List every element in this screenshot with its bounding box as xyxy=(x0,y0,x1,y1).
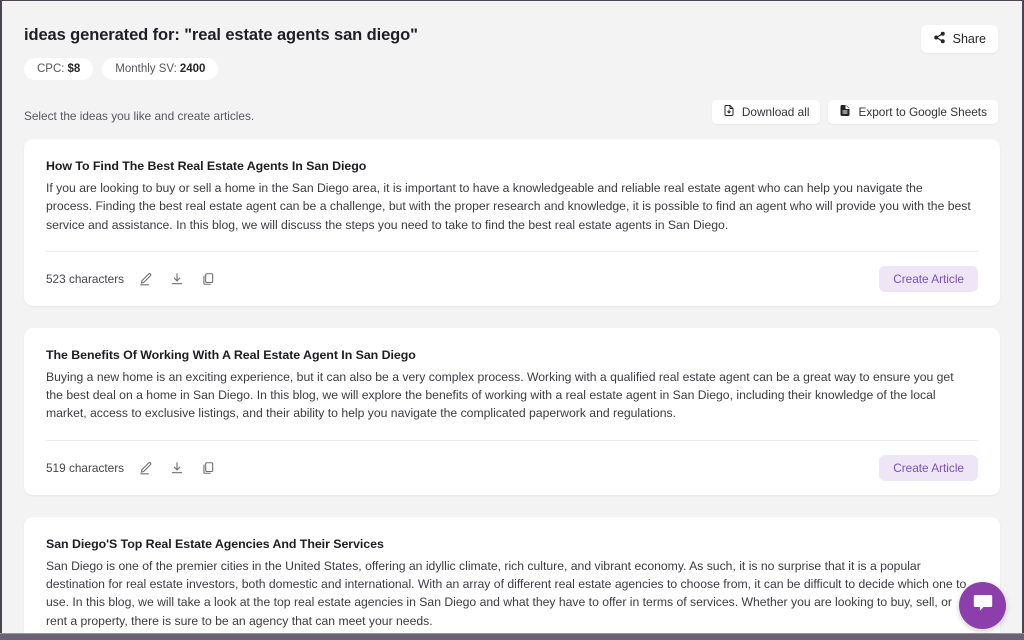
share-button-label: Share xyxy=(953,32,986,46)
page-header: ideas generated for: "real estate agents… xyxy=(2,1,1022,80)
share-button[interactable]: Share xyxy=(921,25,998,53)
page-title: ideas generated for: "real estate agents… xyxy=(24,25,998,45)
page-root: ideas generated for: "real estate agents… xyxy=(2,1,1022,633)
card-footer: 523 characters xyxy=(46,252,978,306)
copy-icon[interactable] xyxy=(199,270,217,288)
export-google-sheets-button[interactable]: Export to Google Sheets xyxy=(828,100,998,124)
metric-pill-cpc: CPC: $8 xyxy=(24,58,93,80)
idea-body: Buying a new home is an exciting experie… xyxy=(46,368,978,423)
download-icon[interactable] xyxy=(168,270,186,288)
pencil-edit-icon[interactable] xyxy=(137,270,155,288)
idea-card-list: How To Find The Best Real Estate Agents … xyxy=(2,139,1022,633)
download-all-button[interactable]: Download all xyxy=(712,100,821,124)
file-download-icon xyxy=(723,104,735,120)
metric-label-monthly-sv: Monthly SV: xyxy=(115,63,177,75)
file-sheet-icon xyxy=(839,104,851,120)
window-frame-bottom xyxy=(0,633,1024,640)
metric-value-monthly-sv: 2400 xyxy=(180,63,206,75)
idea-body: San Diego is one of the premier cities i… xyxy=(46,557,978,630)
metric-label-cpc: CPC: xyxy=(37,63,64,75)
create-article-button[interactable]: Create Article xyxy=(879,266,978,292)
share-nodes-icon xyxy=(933,31,946,47)
toolbar-actions: Download all Export to Google Sheets xyxy=(712,100,998,124)
idea-title: The Benefits Of Working With A Real Esta… xyxy=(46,346,978,364)
character-count: 519 characters xyxy=(46,461,124,475)
metric-value-cpc: $8 xyxy=(67,63,80,75)
download-icon[interactable] xyxy=(168,459,186,477)
window-frame-top xyxy=(0,0,1024,1)
card-footer: 519 characters xyxy=(46,441,978,495)
download-all-label: Download all xyxy=(742,105,810,119)
idea-title: San Diego'S Top Real Estate Agencies And… xyxy=(46,535,978,553)
metric-pill-monthly-sv: Monthly SV: 2400 xyxy=(102,58,218,80)
toolbar-row: Select the ideas you like and create art… xyxy=(2,103,1022,129)
copy-icon[interactable] xyxy=(199,459,217,477)
idea-body: If you are looking to buy or sell a home… xyxy=(46,179,978,234)
chat-widget-button[interactable] xyxy=(959,582,1006,629)
idea-card[interactable]: How To Find The Best Real Estate Agents … xyxy=(24,139,1000,306)
idea-card[interactable]: San Diego'S Top Real Estate Agencies And… xyxy=(24,517,1000,633)
idea-title: How To Find The Best Real Estate Agents … xyxy=(46,157,978,175)
idea-card[interactable]: The Benefits Of Working With A Real Esta… xyxy=(24,328,1000,495)
export-google-sheets-label: Export to Google Sheets xyxy=(858,105,987,119)
metrics-pill-row: CPC: $8 Monthly SV: 2400 xyxy=(24,58,998,80)
window-frame-left xyxy=(0,0,2,640)
chat-bubble-icon xyxy=(971,591,995,620)
create-article-button[interactable]: Create Article xyxy=(879,455,978,481)
character-count: 523 characters xyxy=(46,272,124,286)
pencil-edit-icon[interactable] xyxy=(137,459,155,477)
